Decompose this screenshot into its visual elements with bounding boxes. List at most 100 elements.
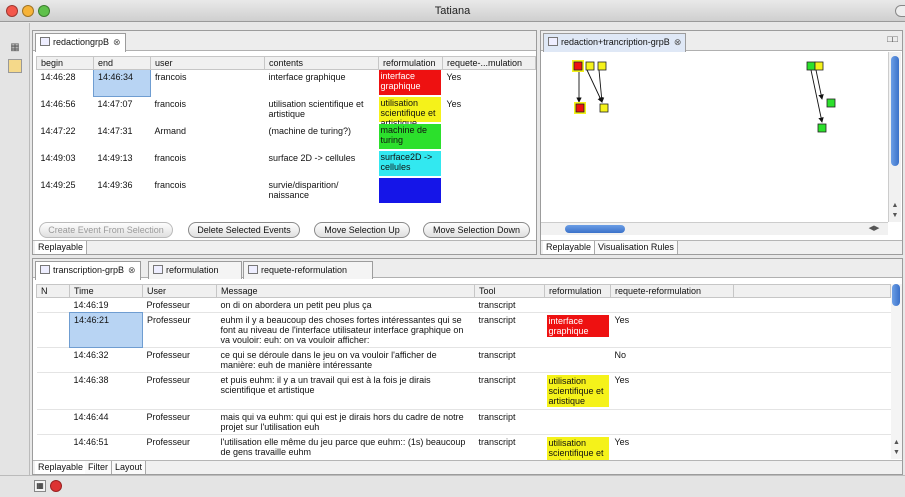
tab-redactiongrpB[interactable]: redactiongrpB ⊗	[35, 33, 126, 52]
graph-node-green[interactable]	[826, 98, 836, 108]
reformulation-cell	[545, 298, 611, 313]
tab-reformulation[interactable]: reformulation	[148, 261, 242, 279]
graph-node-red[interactable]	[573, 61, 583, 71]
create-event-button[interactable]: Create Event From Selection	[39, 222, 173, 238]
message-cell: et puis euhm: il y a un travail qui est …	[220, 375, 431, 395]
graph-horizontal-scroll-thumb[interactable]	[565, 225, 625, 233]
transcription-scroll-thumb[interactable]	[892, 284, 900, 306]
end-cell: 14:47:07	[97, 99, 133, 109]
column-header[interactable]: Tool	[474, 284, 545, 298]
requete-cell: Yes	[446, 98, 462, 109]
end-cell: 14:49:36	[97, 179, 133, 190]
footer-tab-filter[interactable]: Filter	[85, 461, 112, 474]
user-cell: francois	[154, 98, 187, 109]
folder-icon[interactable]	[8, 59, 22, 73]
column-header[interactable]: contents	[264, 56, 379, 70]
requete-cell	[611, 410, 734, 435]
reformulation-tag: surface2D -> cellules	[378, 150, 441, 176]
message-cell: mais qui va euhm: qui qui est je dirais …	[220, 412, 464, 432]
tab-transcription-grpB[interactable]: transcription-grpB ⊗	[35, 261, 141, 280]
scroll-down-arrow-icon[interactable]: ▼	[889, 212, 901, 219]
tool-cell: transcript	[478, 375, 516, 385]
toolbar-toggle-button[interactable]	[895, 5, 905, 17]
events-table: begin end user contents reformulation requete…	[36, 56, 536, 205]
requete-cell	[611, 298, 734, 313]
reformulation-tag: utilisation scientifique et artistique	[378, 96, 441, 124]
scroll-up-arrow-icon[interactable]: ▲	[891, 439, 902, 446]
graph-node-green[interactable]	[806, 61, 816, 71]
graph-node-yellow[interactable]	[599, 103, 609, 113]
requete-cell	[443, 151, 536, 178]
requete-cell: No	[614, 350, 627, 360]
close-tab-icon[interactable]: ⊗	[674, 37, 682, 47]
graph-node-yellow[interactable]	[585, 61, 595, 71]
footer-tab-replayable[interactable]: Replayable	[35, 241, 88, 254]
perspective-icon[interactable]: ▦	[8, 41, 22, 55]
graph-node-red[interactable]	[575, 103, 585, 113]
message-cell: on di on abordera un petit peu plus ça	[220, 300, 372, 310]
column-header[interactable]: user	[150, 56, 265, 70]
user-cell: Armand	[154, 125, 187, 136]
transcription-panel: transcription-grpB ⊗ reformulation requet…	[32, 258, 903, 487]
visualisation-footer-tabs: Replayable Visualisation Rules	[541, 240, 902, 254]
scroll-left-right-arrows-icon[interactable]: ◀▶	[863, 224, 885, 232]
event-graph[interactable]	[541, 52, 887, 222]
delete-events-button[interactable]: Delete Selected Events	[188, 222, 300, 238]
table-row[interactable]: 14:49:25 14:49:36 francois survie/dispariti…	[37, 177, 536, 205]
table-row[interactable]: 14:46:19 Professeur on di on abordera un p…	[36, 298, 891, 313]
footer-tab-replayable[interactable]: Replayable	[543, 241, 596, 254]
graph-horizontal-scrollbar[interactable]: ◀▶	[541, 222, 888, 235]
transcription-vertical-scrollbar[interactable]: ▲ ▼	[891, 284, 902, 459]
table-row[interactable]: 14:46:21 Professeur euhm il y a beaucoup d…	[36, 312, 891, 348]
minimize-panel-icon[interactable]: □□	[887, 34, 898, 44]
graph-node-yellow[interactable]	[814, 61, 824, 71]
error-log-icon[interactable]	[50, 480, 62, 492]
footer-tab-replayable[interactable]: Replayable	[35, 461, 88, 474]
table-row[interactable]: 14:49:03 14:49:13 francois surface 2D -> ce…	[37, 150, 536, 178]
user-cell: Professeur	[146, 350, 191, 360]
requete-cell: Yes	[614, 375, 630, 385]
move-up-button[interactable]: Move Selection Up	[314, 222, 410, 238]
reformulation-cell	[378, 177, 443, 205]
column-header[interactable]: requete-...mulation	[442, 56, 536, 70]
column-header[interactable]: N	[36, 284, 70, 298]
reformulation-cell	[545, 348, 611, 373]
table-row[interactable]: 14:46:56 14:47:07 francois utilisation scie…	[37, 96, 536, 124]
user-cell: francois	[155, 72, 187, 82]
table-icon	[40, 265, 50, 274]
table-row[interactable]: 14:46:38 Professeur et puis euhm: il y a u…	[36, 373, 891, 410]
graph-vertical-scrollbar[interactable]: ▲ ▼	[888, 52, 901, 222]
footer-tab-layout[interactable]: Layout	[112, 461, 147, 474]
column-header[interactable]: User	[142, 284, 217, 298]
graph-node-yellow[interactable]	[597, 61, 607, 71]
tab-requete-reformulation[interactable]: requete-reformulation	[243, 261, 373, 279]
graph-vertical-scroll-thumb[interactable]	[891, 56, 899, 166]
graph-node-green[interactable]	[817, 123, 827, 133]
reformulation-tag: interface graphique	[378, 70, 441, 95]
footer-tab-visualisation-rules[interactable]: Visualisation Rules	[595, 241, 678, 254]
reformulation-tag: machine de turing	[378, 123, 441, 149]
column-header[interactable]: end	[93, 56, 151, 70]
transcription-tab-bar: transcription-grpB ⊗ reformulation requet…	[33, 259, 902, 280]
column-header[interactable]: Message	[216, 284, 475, 298]
reformulation-tag: utilisation scientifique et artistique	[546, 375, 609, 407]
table-row[interactable]: 14:47:22 14:47:31 Armand (machine de turing…	[37, 123, 536, 151]
column-header[interactable]: Time	[69, 284, 143, 298]
close-tab-icon[interactable]: ⊗	[128, 265, 136, 275]
time-cell: 14:46:38	[73, 375, 109, 385]
move-down-button[interactable]: Move Selection Down	[423, 222, 530, 238]
scroll-down-arrow-icon[interactable]: ▼	[891, 449, 902, 456]
fast-view-icon[interactable]: ▦	[34, 480, 46, 492]
column-header[interactable]: begin	[36, 56, 94, 70]
table-row[interactable]: 14:46:28 14:46:34 francois interface graphi…	[37, 69, 536, 97]
reformulation-cell: surface2D -> cellules	[378, 150, 443, 178]
scroll-up-arrow-icon[interactable]: ▲	[889, 202, 901, 209]
close-tab-icon[interactable]: ⊗	[113, 37, 121, 47]
requete-cell: Yes	[446, 72, 462, 82]
table-row[interactable]: 14:46:32 Professeur ce qui se déroule dans…	[36, 348, 891, 373]
column-header[interactable]: requete-reformulation	[610, 284, 734, 298]
tab-redaction-transcription[interactable]: redaction+trancription-grpB ⊗	[543, 33, 687, 52]
column-header[interactable]: reformulation	[378, 56, 443, 70]
table-row[interactable]: 14:46:44 Professeur mais qui va euhm: qui …	[36, 410, 891, 435]
column-header[interactable]: reformulation	[544, 284, 611, 298]
